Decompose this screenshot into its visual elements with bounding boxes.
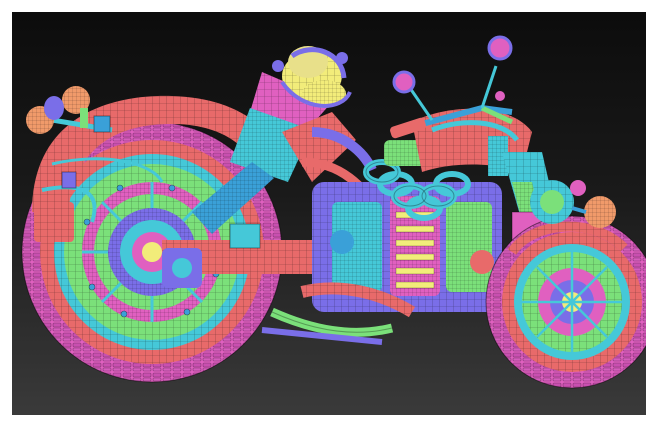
- viewport-canvas: [12, 12, 646, 415]
- motorcycle-render: [21, 35, 646, 389]
- front-wheel: [485, 215, 646, 389]
